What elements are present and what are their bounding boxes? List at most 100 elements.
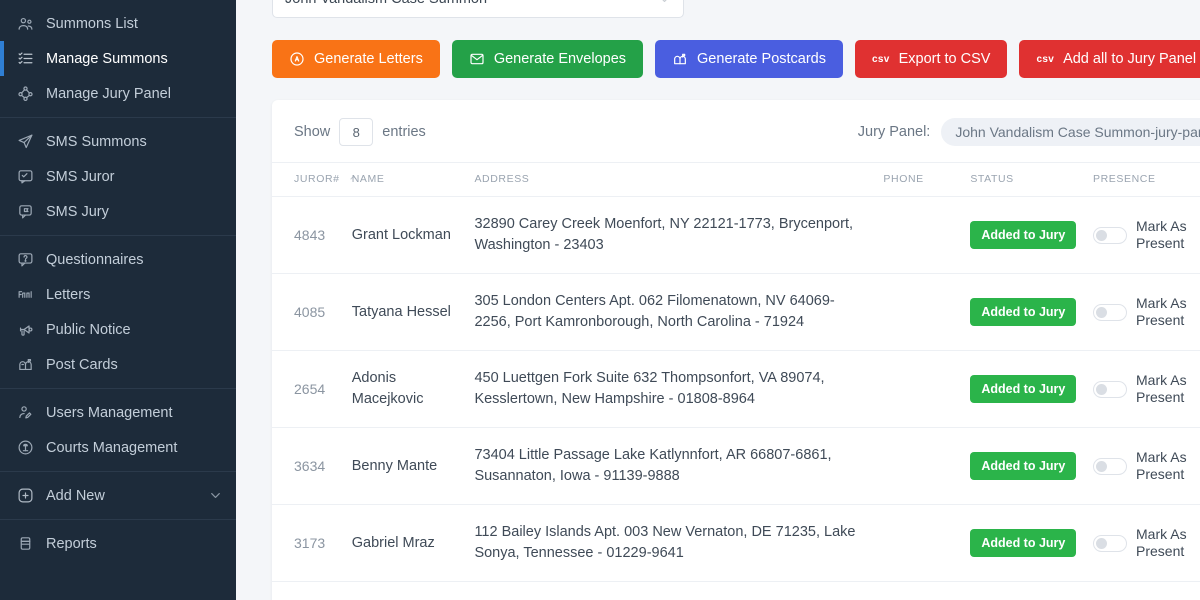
cell-name: Tatyana Hessel — [351, 273, 475, 352]
cell-address: 4809 Rocky Expressway New Mabelleton, MD… — [474, 581, 884, 600]
cell-presence: Mark As Present — [1093, 196, 1200, 275]
sidebar-group-summons: Summons List Manage Summons Manage Jury … — [0, 0, 236, 117]
sidebar-group-add: Add New — [0, 472, 236, 519]
jurors-card: Show entries Jury Panel: John Vandalism … — [272, 100, 1200, 600]
cell-status: Added to Jury — [970, 273, 1094, 352]
sidebar-item-public-notice[interactable]: Public Notice — [0, 312, 236, 347]
sidebar-item-users-management[interactable]: Users Management — [0, 395, 236, 430]
presence-toggle[interactable] — [1093, 380, 1128, 398]
generate-postcards-button[interactable]: Generate Postcards — [655, 40, 843, 78]
message-flag-icon — [16, 202, 35, 221]
cell-phone — [883, 427, 971, 506]
plus-circle-icon — [16, 486, 35, 505]
jury-panel-label: Jury Panel: — [857, 124, 931, 140]
sidebar-item-reports[interactable]: Reports — [0, 526, 236, 561]
mailbox-icon — [672, 51, 688, 67]
message-check-icon — [16, 167, 35, 186]
generate-letters-button[interactable]: Generate Letters — [272, 40, 440, 78]
presence-label: Mark As Present — [1136, 295, 1187, 329]
presence-toggle[interactable] — [1093, 303, 1128, 321]
button-label: Generate Letters — [314, 51, 423, 67]
table-head: JUROR# NAME ADDRESS PHONE STATUS PRESENC… — [272, 162, 1200, 197]
presence-label: Mark As Present — [1136, 372, 1187, 406]
generate-envelopes-button[interactable]: Generate Envelopes — [451, 40, 644, 78]
presence-control: Mark As Present — [1093, 218, 1200, 252]
sidebar-item-sms-juror[interactable]: SMS Juror — [0, 159, 236, 194]
users-group-icon — [16, 14, 35, 33]
add-all-to-jury-panel-button[interactable]: csv Add all to Jury Panel — [1019, 40, 1200, 78]
cell-address: 450 Luettgen Fork Suite 632 Thompsonfort… — [474, 350, 884, 429]
export-to-csv-button[interactable]: csv Export to CSV — [855, 40, 1008, 78]
column-header-name[interactable]: NAME — [351, 162, 475, 197]
mailbox-icon — [16, 355, 35, 374]
case-select[interactable]: John Vandalism Case Summon — [272, 0, 684, 18]
sidebar-item-summons-list[interactable]: Summons List — [0, 6, 236, 41]
presence-control: Mark As Present — [1093, 372, 1200, 406]
checklist-icon — [16, 49, 35, 68]
cell-status: Added to Jury — [970, 581, 1094, 600]
sidebar-item-label: Questionnaires — [46, 251, 144, 268]
paper-plane-icon — [16, 132, 35, 151]
sidebar-item-questionnaires[interactable]: Questionnaires — [0, 242, 236, 277]
column-header-address[interactable]: ADDRESS — [474, 162, 884, 197]
court-circle-icon — [16, 438, 35, 457]
status-badge: Added to Jury — [970, 220, 1077, 250]
sidebar-item-manage-jury-panel[interactable]: Manage Jury Panel — [0, 76, 236, 111]
sidebar-item-label: Add New — [46, 487, 105, 504]
entries-input[interactable] — [339, 118, 374, 146]
cell-address: 112 Bailey Islands Apt. 003 New Vernaton… — [474, 504, 884, 583]
presence-toggle[interactable] — [1093, 534, 1128, 552]
cell-juror: 4085 — [272, 273, 352, 352]
cell-address: 305 London Centers Apt. 062 Filomenatown… — [474, 273, 884, 352]
cell-address: 73404 Little Passage Lake Katlynnfort, A… — [474, 427, 884, 506]
sidebar-item-add-new[interactable]: Add New — [0, 478, 236, 513]
sidebar-item-manage-summons[interactable]: Manage Summons — [0, 41, 236, 76]
sidebar-item-label: SMS Juror — [46, 168, 115, 185]
chevron-down-icon — [209, 489, 222, 502]
button-label: Export to CSV — [898, 51, 991, 67]
presence-toggle[interactable] — [1093, 457, 1128, 475]
sidebar-item-sms-summons[interactable]: SMS Summons — [0, 124, 236, 159]
cell-presence: Mark As Present — [1093, 427, 1200, 506]
column-header-juror[interactable]: JUROR# — [272, 162, 357, 197]
header-label: JUROR# — [294, 173, 340, 185]
presence-toggle[interactable] — [1093, 226, 1128, 244]
cell-phone — [883, 504, 971, 583]
cell-presence: Mark As Present — [1093, 504, 1200, 583]
column-header-phone[interactable]: PHONE — [883, 162, 971, 197]
cell-name: Gabriel Mraz — [351, 504, 475, 583]
cell-phone — [883, 350, 971, 429]
csv-icon: csv — [1036, 53, 1055, 65]
envelope-icon — [469, 51, 485, 67]
column-header-presence[interactable]: PRESENCE — [1093, 162, 1200, 197]
jury-panel-info: Jury Panel: John Vandalism Case Summon-j… — [858, 118, 1200, 146]
column-header-status[interactable]: STATUS — [970, 162, 1094, 197]
cell-presence: Mark As Present — [1093, 273, 1200, 352]
megaphone-icon — [16, 320, 35, 339]
show-entries-control: Show entries — [294, 118, 426, 146]
cell-juror: 4843 — [272, 196, 352, 275]
sidebar-item-post-cards[interactable]: Post Cards — [0, 347, 236, 382]
cell-name: Adonis Macejkovic — [351, 350, 475, 429]
cell-status: Added to Jury — [970, 350, 1094, 429]
cell-juror: 3173 — [272, 504, 352, 583]
jury-panel-badge[interactable]: John Vandalism Case Summon-jury-panel [9… — [941, 118, 1200, 146]
cell-juror: 3634 — [272, 427, 352, 506]
sidebar-item-sms-jury[interactable]: SMS Jury — [0, 194, 236, 229]
caret-up-icon — [349, 173, 358, 182]
sidebar-item-label: SMS Jury — [46, 203, 109, 220]
presence-control: Mark As Present — [1093, 449, 1200, 483]
cell-juror: 2654 — [272, 350, 352, 429]
case-select-wrapper: John Vandalism Case Summon — [272, 0, 684, 18]
sidebar-item-letters[interactable]: Letters — [0, 277, 236, 312]
sidebar-item-label: Manage Summons — [46, 50, 168, 67]
chevron-down-icon — [658, 0, 671, 6]
sidebar-group-reports: Reports — [0, 520, 236, 567]
sidebar-item-courts-management[interactable]: Courts Management — [0, 430, 236, 465]
table-row: 4085 Tatyana Hessel 305 London Centers A… — [272, 273, 1200, 352]
sidebar-item-label: Reports — [46, 535, 97, 552]
table-row: 3727 Lauretta Jenkins 4809 Rocky Express… — [272, 581, 1200, 600]
table-header-row: JUROR# NAME ADDRESS PHONE STATUS PRESENC… — [272, 162, 1200, 197]
button-label: Generate Envelopes — [493, 51, 627, 67]
cell-phone — [883, 273, 971, 352]
